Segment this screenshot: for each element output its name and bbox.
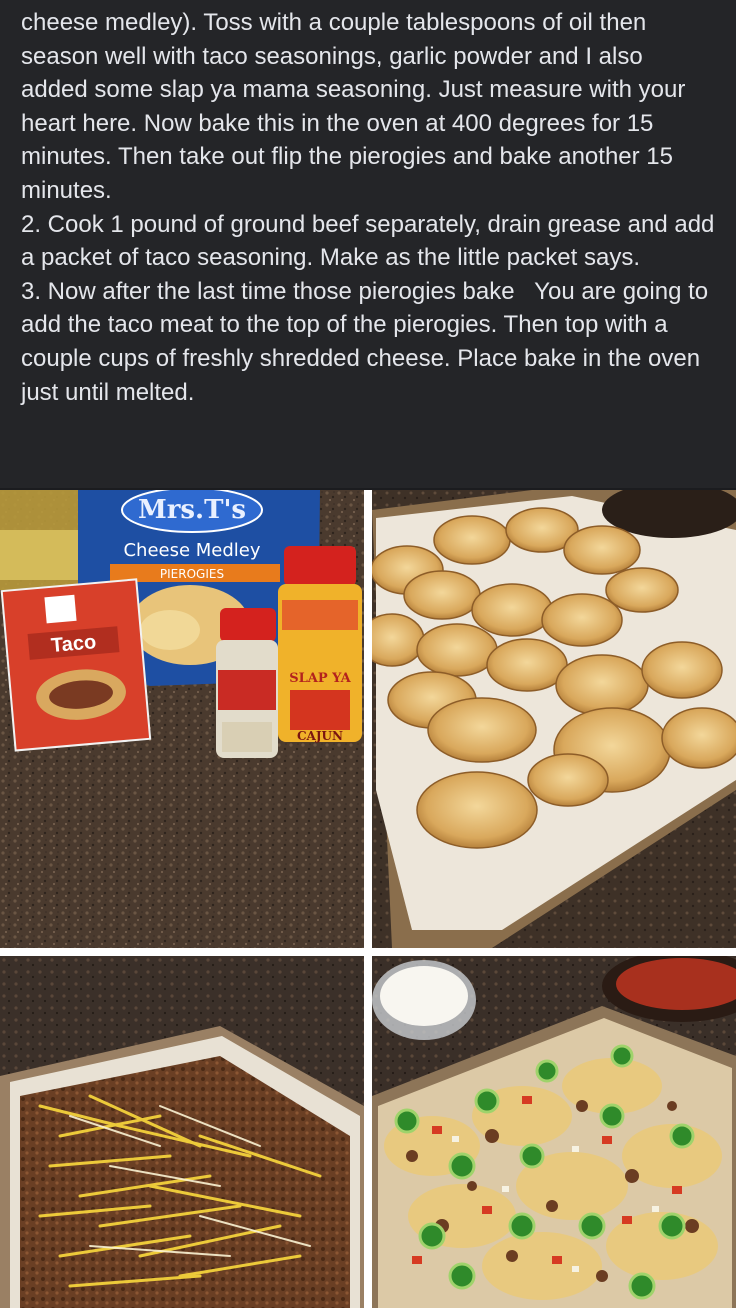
photo-grid: Mrs.T's Cheese Medley PIEROGIES Taco SLA… <box>0 490 736 1308</box>
bag-brand-text: Mrs.T's <box>138 495 246 525</box>
finished-dish-illustration <box>372 956 736 1308</box>
ingredients-illustration: Mrs.T's Cheese Medley PIEROGIES Taco SLA… <box>0 490 364 948</box>
post-text: cheese medley). Toss with a couple table… <box>0 0 736 488</box>
baked-pierogies-illustration <box>372 490 736 948</box>
can-label-bottom-text: CAJUN <box>297 729 343 743</box>
post-paragraph: 2. Cook 1 pound of ground beef separatel… <box>21 210 722 272</box>
can-label-top-text: SLAP YA <box>289 671 351 686</box>
post-paragraph: cheese medley). Toss with a couple table… <box>21 9 693 204</box>
photo-baked-pierogies[interactable] <box>372 490 736 948</box>
photo-finished-dish[interactable] <box>372 956 736 1308</box>
bag-sublabel-text: PIEROGIES <box>160 567 224 581</box>
photo-ingredients[interactable]: Mrs.T's Cheese Medley PIEROGIES Taco SLA… <box>0 490 364 948</box>
photo-cheese-topped[interactable] <box>0 956 364 1308</box>
bag-label-text: Cheese Medley <box>123 540 260 561</box>
packet-label-text: Taco <box>50 631 97 657</box>
post-paragraph: 3. Now after the last time those pierogi… <box>21 277 715 406</box>
cheese-topped-illustration <box>0 956 364 1308</box>
